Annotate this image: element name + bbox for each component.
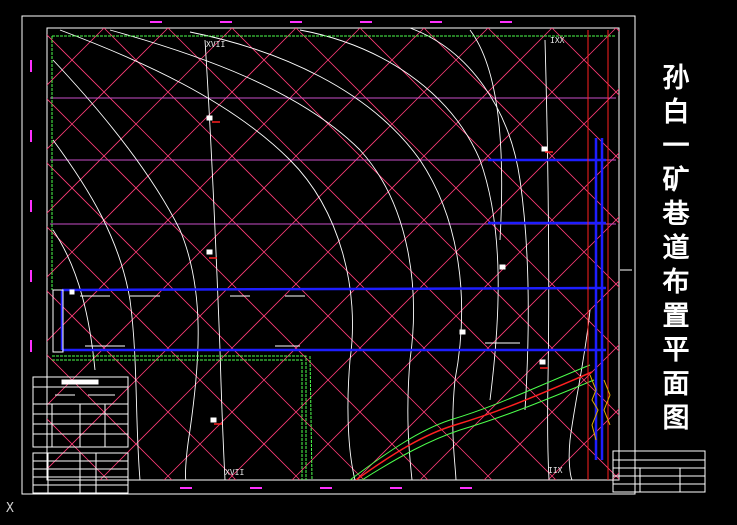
title-char: 巷 [662, 199, 690, 230]
grid-label-top-left: XVII [206, 40, 226, 49]
grid-diagonal [47, 28, 297, 278]
coordinate-grid [0, 28, 619, 480]
title-char: 一 [662, 131, 690, 162]
grid-diagonal [551, 28, 619, 96]
grid-label-bottom-right: IIX [548, 466, 563, 475]
grid-label-top-right: IXX [550, 36, 565, 45]
title-char: 布 [662, 267, 690, 298]
title-block [612, 450, 706, 493]
title-char: 矿 [662, 165, 690, 196]
mine-roadway-plan-drawing [0, 15, 706, 495]
main-roadways [60, 138, 607, 460]
border-ticks [30, 21, 512, 489]
grid-diagonal [47, 28, 489, 470]
title-char: 平 [662, 335, 690, 366]
grid-label-bottom-left: XVII [225, 468, 245, 477]
cad-drawing-viewport[interactable]: 孙白一矿巷道布置平面图 XVII IXX XVII IIX X [0, 0, 737, 521]
grid-diagonal [0, 28, 40, 480]
title-char: 白 [662, 97, 690, 128]
ucs-axis-marker: X [6, 501, 14, 516]
title-char: 置 [662, 301, 690, 332]
grid-diagonal [47, 28, 233, 214]
inclined-roadway [349, 364, 595, 480]
title-char: 图 [662, 403, 690, 434]
title-char: 道 [662, 233, 690, 264]
title-char: 面 [662, 369, 690, 400]
title-char: 孙 [662, 63, 690, 94]
drawing-title: 孙白一矿巷道布置平面图 [650, 62, 702, 436]
grid-diagonal [99, 28, 553, 480]
flow-arrows [69, 115, 548, 423]
grid-diagonal [47, 418, 109, 480]
grid-diagonal [47, 226, 301, 480]
map-frame [46, 27, 620, 481]
grid-diagonal [547, 408, 619, 480]
grid-diagonal [47, 162, 365, 480]
grid-diagonal [47, 28, 169, 150]
grid-diagonal [227, 88, 619, 480]
shaft-feature [589, 374, 611, 441]
